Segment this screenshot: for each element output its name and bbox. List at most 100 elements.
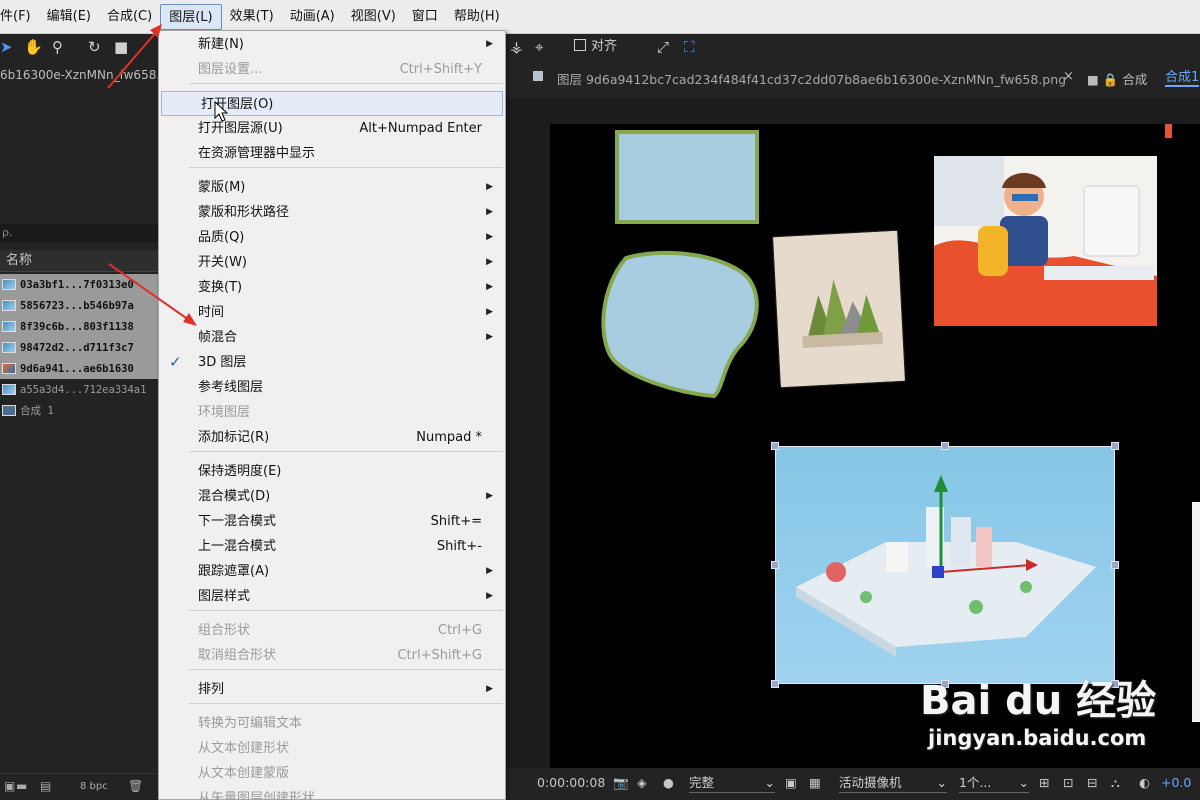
menu-item[interactable]: 添加标记(R) Numpad *	[159, 425, 505, 450]
timecode-display[interactable]: 0:00:00:08	[537, 775, 605, 790]
viewer-control-bar: 0:00:00:08 📷 ◈ ● 完整 ⌄ ▣ ▦ 活动摄像机 ⌄ 1个... …	[505, 768, 1200, 800]
submenu-arrow-icon: ▶	[486, 566, 493, 576]
selection-tool-icon[interactable]: ➤	[0, 37, 13, 57]
image-thumbnail-icon	[2, 342, 16, 353]
menu-item[interactable]: 参考线图层	[159, 375, 505, 400]
hand-tool-icon[interactable]: ✋	[24, 37, 43, 57]
resolution-select[interactable]: 完整 ⌄	[689, 773, 775, 793]
transform-handle[interactable]	[1111, 561, 1119, 569]
list-item[interactable]: 9d6a941...ae6b1630	[0, 358, 158, 379]
transparency-grid-icon[interactable]: ▦	[809, 775, 821, 790]
menu-item[interactable]: 蒙版和形状路径 ▶	[159, 200, 505, 225]
menu-item[interactable]: 组合形状 Ctrl+G	[159, 618, 505, 643]
menu-view[interactable]: 视图(V)	[343, 4, 404, 30]
menu-item[interactable]: 打开图层(O)	[161, 91, 503, 116]
menu-item[interactable]: 下一混合模式 Shift+=	[159, 509, 505, 534]
zoom-tool-icon[interactable]: ⚲	[52, 37, 63, 57]
list-item[interactable]: a55a3d4...712ea334a1	[0, 379, 158, 400]
submenu-arrow-icon: ▶	[486, 182, 493, 192]
comp-viewer-tab[interactable]: ■ 🔒 合成	[1087, 69, 1147, 88]
puppet-starch-icon[interactable]: ⌖	[535, 37, 543, 57]
new-folder-icon[interactable]: ▬	[16, 779, 27, 793]
city-illustration-layer[interactable]	[775, 446, 1115, 684]
menu-item[interactable]: ✓ 3D 图层	[159, 350, 505, 375]
list-item[interactable]: 98472d2...d711f3c7	[0, 337, 158, 358]
pixel-aspect-icon[interactable]: ⊞	[1039, 775, 1049, 790]
puppet-pin-icon[interactable]: ⚶	[510, 37, 523, 57]
flowchart-icon[interactable]: ⛬	[1111, 775, 1120, 791]
menu-item[interactable]: 从文本创建蒙版	[159, 761, 505, 786]
comp-name-tab[interactable]: 合成1	[1165, 66, 1200, 87]
bit-depth-button[interactable]: 8 bpc	[80, 781, 108, 792]
menu-item[interactable]: 蒙版(M) ▶	[159, 175, 505, 200]
transform-handle[interactable]	[941, 442, 949, 450]
menu-item[interactable]: 新建(N) ▶	[159, 32, 505, 57]
menu-item[interactable]: 上一混合模式 Shift+-	[159, 534, 505, 559]
snap-toggle[interactable]: 对齐	[574, 38, 617, 56]
panel-edge	[1192, 502, 1200, 722]
new-composition-icon[interactable]: ▤	[40, 779, 51, 793]
menu-item[interactable]: 跟踪遮罩(A) ▶	[159, 559, 505, 584]
rectangle-shape-layer[interactable]	[615, 130, 759, 224]
camera-select[interactable]: 活动摄像机 ⌄	[839, 773, 947, 793]
show-channel-icon[interactable]: ◈	[637, 775, 647, 790]
menu-item-label: 添加标记(R)	[198, 430, 270, 445]
transform-handle[interactable]	[771, 561, 779, 569]
menu-item[interactable]: 开关(W) ▶	[159, 250, 505, 275]
annotation-arrow-icon	[108, 263, 197, 326]
menu-item[interactable]: 时间 ▶	[159, 300, 505, 325]
menu-item[interactable]: 图层设置... Ctrl+Shift+Y	[159, 57, 505, 82]
menu-item[interactable]: 打开图层源(U) Alt+Numpad Enter	[159, 116, 505, 141]
region-of-interest-icon[interactable]: ▣	[785, 775, 797, 790]
delete-icon[interactable]: 🗑	[128, 779, 143, 793]
office-illustration-layer[interactable]	[934, 156, 1157, 326]
annotation-arrow-icon	[107, 24, 162, 89]
menu-item[interactable]: 品质(Q) ▶	[159, 225, 505, 250]
menu-item[interactable]: 在资源管理器中显示	[159, 141, 505, 166]
close-icon[interactable]: ×	[1063, 69, 1074, 84]
color-channel-icon[interactable]: ●	[663, 775, 674, 790]
reset-exposure-icon[interactable]: ◐	[1139, 775, 1150, 790]
menu-item[interactable]: 环境图层	[159, 400, 505, 425]
menu-edit[interactable]: 编辑(E)	[39, 4, 99, 30]
composition-icon	[2, 405, 16, 416]
project-search-input[interactable]: ρ.	[0, 224, 158, 242]
transform-handle[interactable]	[771, 442, 779, 450]
transform-handle[interactable]	[1111, 442, 1119, 450]
transform-handle[interactable]	[771, 680, 779, 688]
menu-item[interactable]: 图层样式 ▶	[159, 584, 505, 609]
layer-viewer-tab[interactable]: 图层 9d6a9412bc7cad234f484f41cd37c2dd07b8a…	[557, 69, 1066, 88]
menu-item[interactable]: 帧混合 ▶	[159, 325, 505, 350]
menu-window[interactable]: 窗口	[404, 4, 446, 30]
menu-item[interactable]: 保持透明度(E)	[159, 459, 505, 484]
mountain-photo-layer[interactable]	[773, 230, 905, 388]
menu-item[interactable]: 变换(T) ▶	[159, 275, 505, 300]
menu-item-label: 从文本创建蒙版	[198, 766, 290, 781]
blob-shape-layer[interactable]	[598, 248, 763, 403]
snap-target-icon[interactable]: ⛶	[684, 37, 695, 57]
menu-item[interactable]: 转换为可编辑文本	[159, 711, 505, 736]
menu-item[interactable]: 混合模式(D) ▶	[159, 484, 505, 509]
menu-item[interactable]: 取消组合形状 Ctrl+Shift+G	[159, 643, 505, 668]
menu-item[interactable]: 排列 ▶	[159, 677, 505, 702]
menu-help[interactable]: 帮助(H)	[446, 4, 508, 30]
menu-item[interactable]: 从文本创建形状	[159, 736, 505, 761]
interpret-footage-icon[interactable]: ▣	[4, 779, 15, 793]
view-layout-select[interactable]: 1个... ⌄	[959, 773, 1029, 793]
fast-preview-icon[interactable]: ⊡	[1063, 775, 1073, 790]
rotate-tool-icon[interactable]: ↻	[88, 37, 101, 57]
snap-option-icon[interactable]: ⤢	[657, 37, 669, 57]
menu-animation[interactable]: 动画(A)	[282, 4, 343, 30]
baidu-watermark: Bai du 经验 jingyan.baidu.com	[920, 668, 1156, 750]
submenu-arrow-icon: ▶	[486, 307, 493, 317]
menu-file[interactable]: 件(F)	[0, 4, 39, 30]
exposure-value[interactable]: +0.0	[1161, 775, 1191, 790]
submenu-arrow-icon: ▶	[486, 207, 493, 217]
snapshot-icon[interactable]: 📷	[613, 775, 629, 791]
layer-menu-dropdown: 新建(N) ▶ 图层设置... Ctrl+Shift+Y 打开图层(O) 打开图层源(U)…	[158, 30, 506, 800]
menu-effect[interactable]: 效果(T)	[222, 4, 282, 30]
menu-item-label: 取消组合形状	[198, 648, 277, 663]
menu-item[interactable]: 从矢量图层创建形状	[159, 786, 505, 800]
list-item[interactable]: 合成 1	[0, 400, 158, 421]
timeline-icon[interactable]: ⊟	[1087, 775, 1097, 790]
